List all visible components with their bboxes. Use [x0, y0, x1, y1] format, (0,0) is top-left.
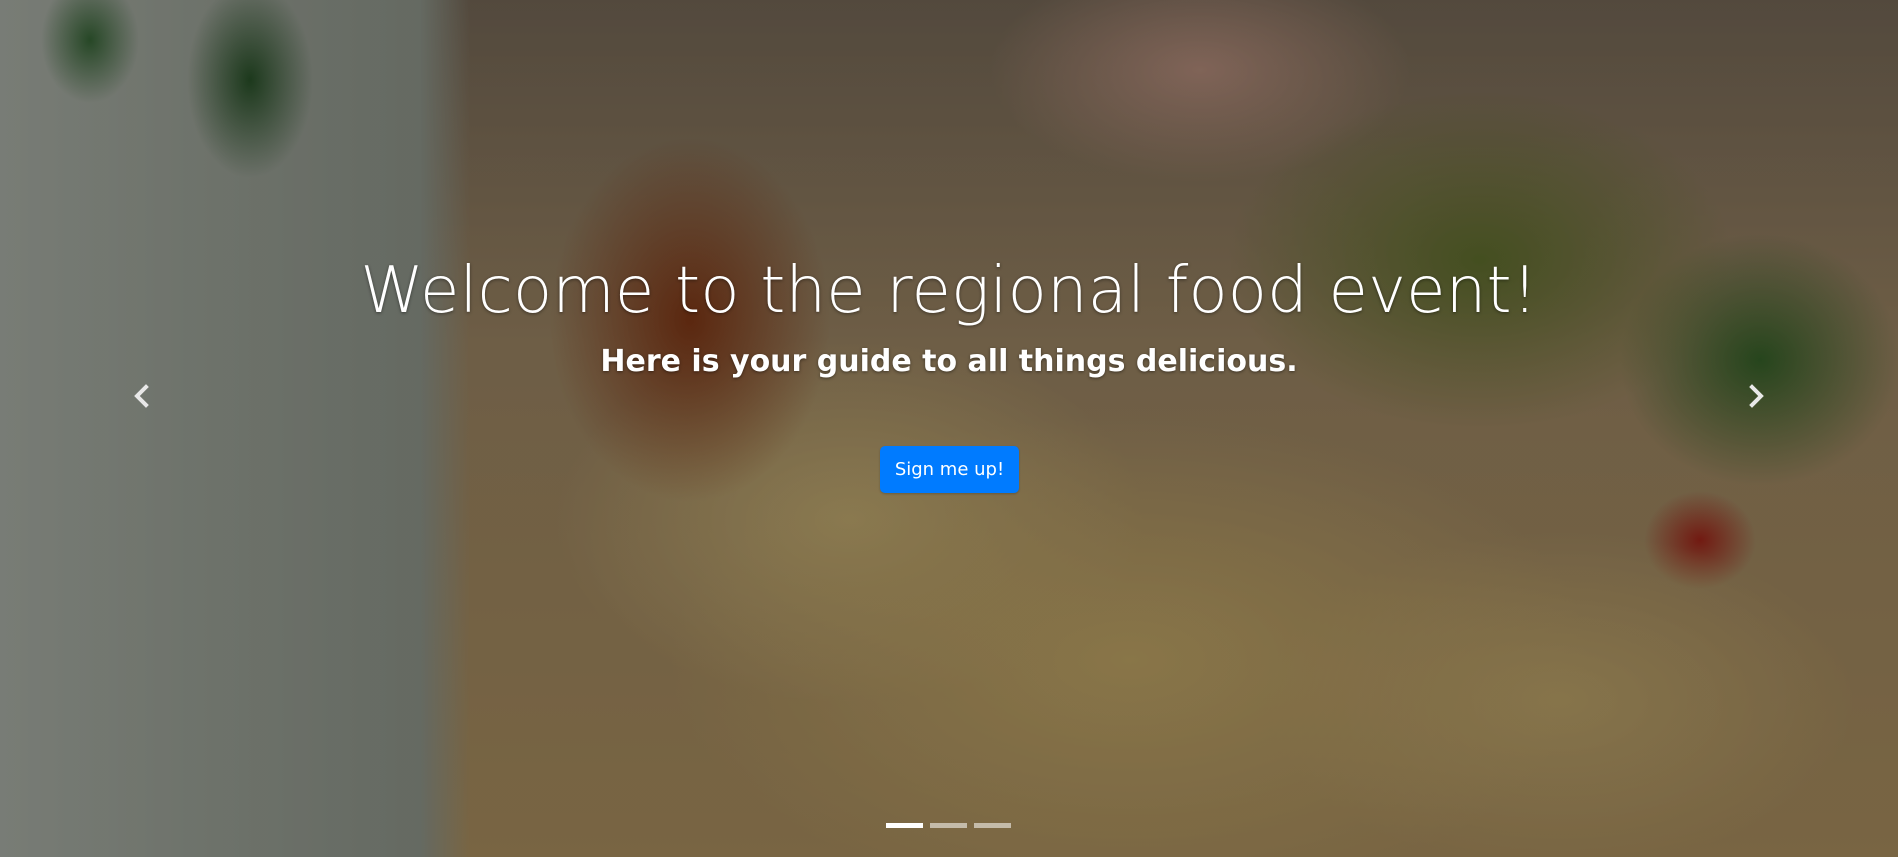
sign-up-button[interactable]: Sign me up! [880, 446, 1019, 493]
chevron-left-icon [122, 384, 162, 420]
hero-subtitle: Here is your guide to all things delicio… [600, 344, 1298, 379]
chevron-right-icon [1736, 384, 1776, 420]
carousel-indicators [886, 820, 1016, 830]
carousel-next-button[interactable] [1736, 376, 1776, 416]
carousel-indicator-3[interactable] [974, 823, 1011, 828]
carousel-indicator-2[interactable] [930, 823, 967, 828]
hero-carousel: Welcome to the regional food event! Here… [0, 0, 1898, 857]
hero-title: Welcome to the regional food event! [360, 254, 1538, 328]
slide-background-image [0, 0, 1898, 857]
carousel-indicator-1[interactable] [886, 823, 923, 828]
carousel-prev-button[interactable] [122, 376, 162, 416]
